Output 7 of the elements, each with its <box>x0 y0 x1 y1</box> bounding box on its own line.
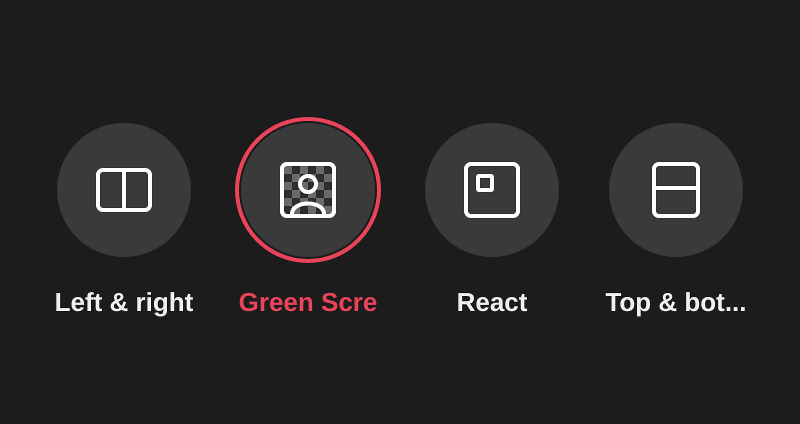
option-label: React <box>456 286 528 319</box>
picture-in-picture-icon <box>462 160 522 220</box>
option-label: Top & bot... <box>605 286 747 319</box>
layout-option-button[interactable] <box>235 117 381 263</box>
option-label: Left & right <box>54 286 194 319</box>
person-checkerboard-icon <box>278 160 338 220</box>
option-label: Green Scre <box>238 286 378 319</box>
